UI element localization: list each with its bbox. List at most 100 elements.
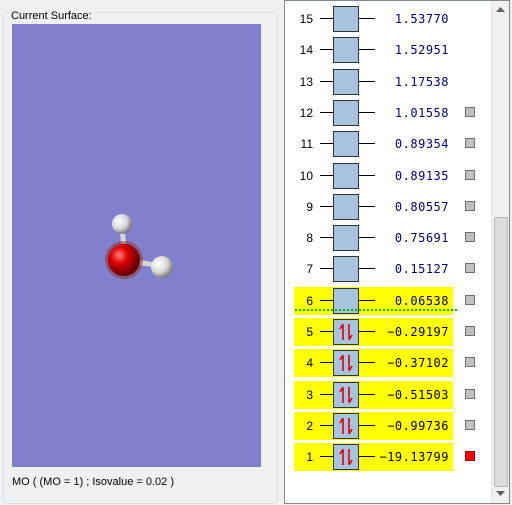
level-line (320, 456, 333, 458)
mo-energy-diagram: 15 1.53770 14 1.52951 13 1.17538 12 1.01558 11 0.… (284, 0, 510, 504)
up-down-arrows-icon (339, 386, 353, 404)
current-surface-group: Current Surface: MO ((MO = 1) ; Isovalu… (0, 6, 278, 504)
orbital-energy: 0.75691 (394, 231, 449, 246)
orbital-number: 10 (299, 168, 313, 183)
level-line (320, 362, 333, 364)
orbital-box[interactable] (333, 99, 359, 126)
up-arrow-icon (496, 6, 505, 12)
orbital-box[interactable] (333, 444, 359, 471)
orbital-energy: 0.89135 (394, 168, 449, 183)
scrollbar-thumb[interactable] (494, 217, 508, 487)
orbital-box[interactable] (333, 256, 359, 283)
orbital-energy: 0.89354 (394, 137, 449, 152)
surface-checkbox[interactable] (465, 232, 475, 243)
orbital-box[interactable] (333, 68, 359, 95)
hydrogen-atom-1 (112, 214, 132, 234)
orbital-row[interactable]: 3 −0.51503 (285, 380, 495, 409)
orbital-number: 7 (306, 262, 313, 277)
level-line (320, 18, 333, 19)
level-line (320, 331, 333, 332)
orbital-box[interactable] (333, 412, 359, 439)
up-down-arrows-icon (339, 417, 353, 435)
orbital-energy: 1.52951 (394, 43, 449, 58)
orbital-box[interactable] (333, 131, 359, 158)
orbital-number: 1 (306, 450, 313, 465)
hydrogen-atom-2 (151, 256, 173, 278)
orbital-number: 15 (299, 12, 313, 26)
level-line (320, 205, 333, 207)
orbital-box[interactable] (333, 193, 359, 220)
orbital-number: 2 (306, 418, 313, 433)
surface-status-text: MO ( (MO = 1) ; Isovalue = 0.02 ) (12, 476, 174, 488)
surface-checkbox[interactable] (465, 388, 475, 399)
surface-checkbox[interactable] (465, 326, 475, 336)
orbital-energy: 0.06538 (394, 293, 449, 308)
orbital-row[interactable]: 1 −19.13799 (285, 443, 495, 472)
up-down-arrows-icon (339, 448, 353, 466)
surface-checkbox[interactable] (465, 169, 475, 180)
orbital-row[interactable]: 11 0.89354 (285, 130, 495, 158)
scroll-down-button[interactable] (492, 485, 509, 502)
surface-checkbox[interactable] (465, 294, 475, 305)
level-line (320, 174, 333, 176)
orbital-number: 8 (306, 231, 313, 246)
orbital-number: 11 (300, 137, 313, 152)
orbital-row[interactable]: 12 1.01558 (285, 99, 495, 127)
surface-checkbox[interactable] (465, 138, 475, 149)
orbital-number: 3 (306, 387, 313, 402)
orbital-energy: −0.37102 (387, 356, 449, 371)
orbital-energy: 0.80557 (394, 199, 449, 214)
orbital-number: 5 (306, 325, 313, 339)
level-line (320, 80, 333, 82)
orbital-box[interactable] (333, 162, 359, 189)
oxygen-atom (108, 244, 140, 276)
up-down-arrows-icon (339, 354, 353, 372)
surface-checkbox[interactable] (465, 357, 475, 368)
orbital-box[interactable] (333, 319, 359, 345)
orbital-energy: 1.53770 (394, 12, 449, 26)
homo-lumo-separator (295, 309, 457, 311)
orbital-row[interactable]: 8 0.75691 (285, 224, 495, 252)
up-down-arrows-icon (339, 323, 353, 341)
level-line (320, 268, 333, 270)
water-molecule-model (105, 214, 173, 279)
orbital-row[interactable]: 10 0.89135 (285, 162, 495, 190)
orbital-number: 14 (299, 43, 313, 58)
surface-checkbox[interactable] (465, 419, 475, 430)
orbital-box[interactable] (333, 37, 359, 64)
orbital-energy: −19.13799 (379, 450, 449, 465)
orbital-number: 13 (299, 74, 313, 89)
surface-checkbox[interactable] (465, 263, 475, 274)
orbital-energy: −0.29197 (387, 325, 449, 339)
orbital-energy: 1.17538 (394, 74, 449, 89)
level-line (320, 49, 333, 51)
level-line (320, 237, 333, 239)
orbital-box[interactable] (333, 6, 359, 32)
group-title: Current Surface: (9, 10, 94, 22)
orbital-row[interactable]: 14 1.52951 (285, 36, 495, 64)
orbital-row[interactable]: 9 0.80557 (285, 193, 495, 221)
molecule-viewer[interactable] (12, 24, 261, 467)
orbital-box[interactable] (333, 381, 359, 408)
orbital-row[interactable]: 15 1.53770 (285, 5, 495, 33)
level-line (320, 111, 333, 113)
orbital-energy: 1.01558 (394, 105, 449, 120)
scroll-up-button[interactable] (492, 1, 509, 18)
orbital-number: 12 (299, 105, 313, 120)
orbital-number: 9 (306, 199, 313, 214)
orbital-row[interactable]: 7 0.15127 (285, 255, 495, 283)
orbital-row[interactable]: 5 −0.29197 (285, 318, 495, 346)
orbital-energy: −0.51503 (387, 387, 449, 402)
vertical-scrollbar[interactable] (491, 1, 509, 503)
surface-checkbox[interactable] (465, 451, 475, 462)
orbital-box[interactable] (333, 350, 359, 377)
orbital-row[interactable]: 2 −0.99736 (285, 411, 495, 440)
orbital-energy: −0.99736 (387, 418, 449, 433)
orbital-row[interactable]: 4 −0.37102 (285, 349, 495, 378)
orbital-box[interactable] (333, 225, 359, 252)
orbital-row[interactable]: 13 1.17538 (285, 68, 495, 96)
surface-checkbox[interactable] (465, 200, 475, 211)
orbital-number: 4 (306, 356, 313, 371)
level-line (320, 424, 333, 426)
surface-checkbox[interactable] (465, 106, 475, 117)
